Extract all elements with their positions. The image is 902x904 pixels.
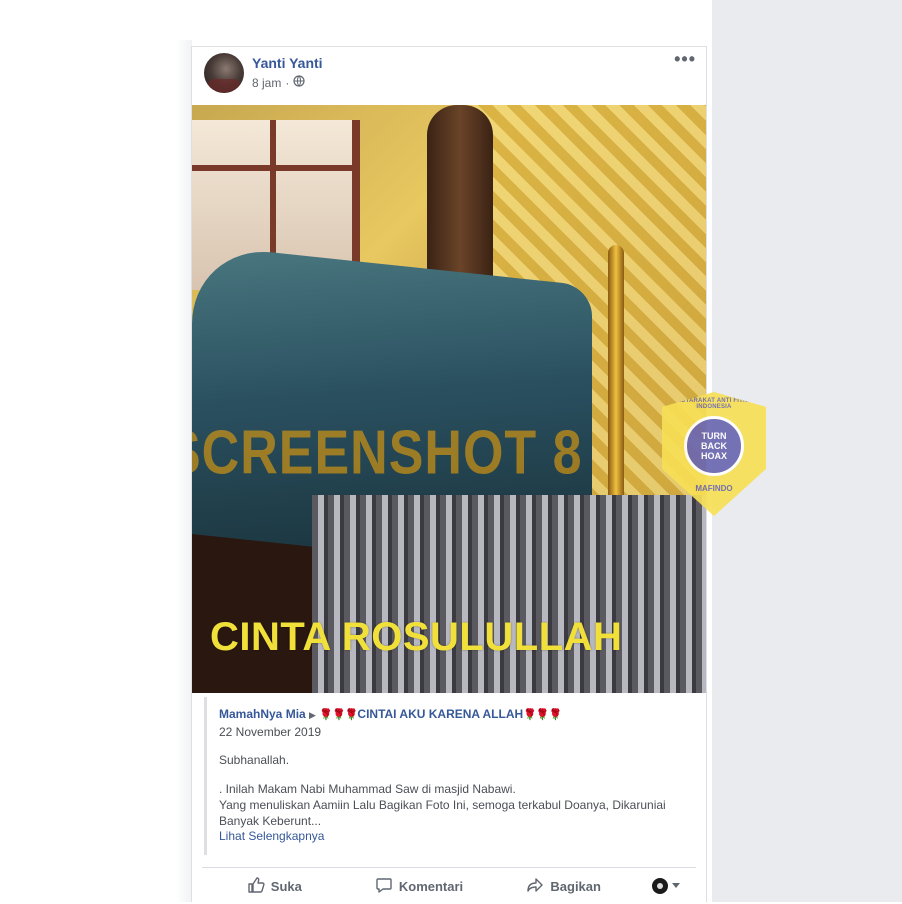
post-author[interactable]: Yanti Yanti bbox=[252, 55, 323, 71]
post-meta: 8 jam · bbox=[252, 75, 305, 90]
comment-button[interactable]: Komentari bbox=[347, 876, 492, 897]
post-time[interactable]: 8 jam bbox=[252, 76, 281, 90]
left-shadow bbox=[176, 40, 192, 902]
badge-line-2: BACK bbox=[701, 441, 727, 451]
meta-separator: · bbox=[285, 75, 290, 90]
globe-icon bbox=[293, 75, 305, 90]
caret-down-icon bbox=[671, 877, 681, 895]
shared-paragraph-1: Subhanallah. bbox=[219, 753, 290, 767]
like-label: Suka bbox=[270, 878, 302, 894]
thumbs-up-icon bbox=[247, 876, 265, 897]
shared-author[interactable]: MamahNya Mia bbox=[219, 707, 306, 721]
action-bar: Suka Komentari Bagikan bbox=[202, 867, 696, 904]
more-options-icon[interactable]: ••• bbox=[674, 49, 696, 70]
badge-line-1: TURN bbox=[701, 431, 727, 441]
audience-selector[interactable] bbox=[636, 877, 696, 895]
author-avatar[interactable] bbox=[204, 53, 244, 93]
photo-caption-overlay: CINTA ROSULULLAH bbox=[210, 615, 623, 659]
shared-paragraph-2: . Inilah Makam Nabi Muhammad Saw di masj… bbox=[219, 781, 689, 829]
turnbackhoax-logo: TURN BACK HOAX bbox=[684, 416, 744, 476]
rose-emoji-prefix: 🌹🌹🌹 bbox=[319, 709, 358, 721]
shared-date[interactable]: 22 November 2019 bbox=[219, 725, 321, 739]
comment-label: Komentari bbox=[398, 878, 464, 894]
comment-icon bbox=[375, 876, 393, 897]
screenshot-watermark: SCREENSHOT 8 bbox=[192, 418, 583, 488]
shared-line-2: Yang menuliskan Aamiin Lalu Bagikan Foto… bbox=[219, 798, 666, 828]
like-button[interactable]: Suka bbox=[202, 876, 347, 897]
arrow-right-icon: ▶ bbox=[309, 710, 316, 720]
post-card: Yanti Yanti 8 jam · ••• SCREENSHOT 8 CIN… bbox=[191, 46, 707, 902]
shared-header: MamahNya Mia ▶ 🌹🌹🌹CINTAI AKU KARENA ALLA… bbox=[219, 707, 562, 721]
photo-finial bbox=[427, 105, 493, 285]
share-arrow-icon bbox=[526, 876, 544, 897]
rose-emoji-suffix: 🌹🌹🌹 bbox=[523, 709, 562, 721]
shared-line-1: . Inilah Makam Nabi Muhammad Saw di masj… bbox=[219, 782, 516, 796]
shared-group[interactable]: CINTAI AKU KARENA ALLAH bbox=[357, 707, 523, 721]
share-button[interactable]: Bagikan bbox=[491, 876, 636, 897]
shared-post: MamahNya Mia ▶ 🌹🌹🌹CINTAI AKU KARENA ALLA… bbox=[204, 697, 694, 855]
viewer-avatar-icon bbox=[651, 878, 668, 894]
post-photo[interactable]: SCREENSHOT 8 CINTA ROSULULLAH bbox=[192, 105, 706, 693]
share-label: Bagikan bbox=[550, 878, 601, 894]
badge-line-3: HOAX bbox=[700, 451, 727, 461]
photo-grille bbox=[312, 495, 706, 693]
see-more-link[interactable]: Lihat Selengkapnya bbox=[219, 829, 324, 843]
